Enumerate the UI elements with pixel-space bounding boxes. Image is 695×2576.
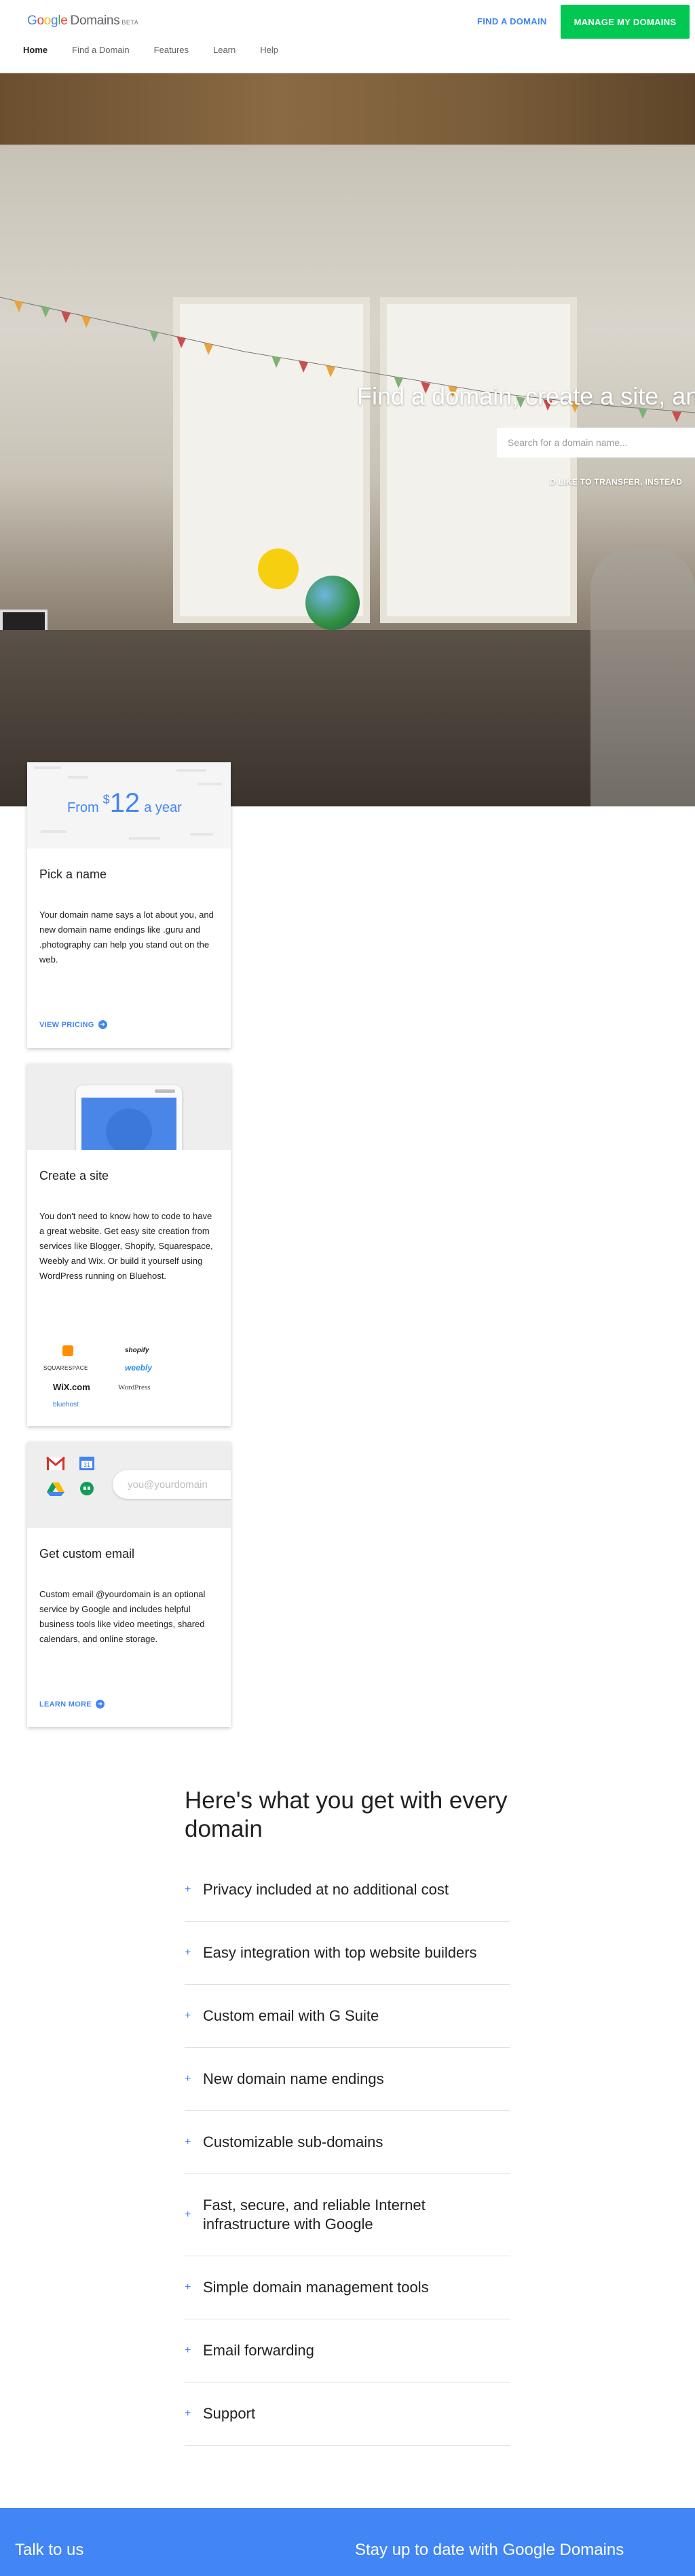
card-body: Your domain name says a lot about you, a… (39, 910, 214, 965)
bluehost-logo: bluehost (53, 1401, 79, 1408)
calendar-icon: 31 (79, 1457, 94, 1470)
price-amount: 12 (109, 788, 140, 818)
benefit-text: Customizable sub-domains (203, 2133, 383, 2150)
people-icon (106, 1108, 152, 1150)
pick-a-name-card: From $ 12 a year Pick a name Your domain… (27, 762, 231, 1048)
custom-email-illustration-field: you@yourdomain (113, 1470, 231, 1499)
benefit-item: + Email forwarding (185, 2319, 510, 2383)
weebly-logo: weebly (125, 1363, 153, 1373)
price-period: a year (144, 800, 182, 815)
benefit-item: + Easy integration with top website build… (185, 1922, 510, 1985)
card-body: Custom email @yourdomain is an optional … (39, 1589, 206, 1644)
plus-icon: + (185, 2073, 191, 2085)
hero-title: Find a domain, create a site, and (357, 382, 695, 410)
create-a-site-card: Create a site You don't need to know how… (27, 1064, 231, 1426)
nav-home[interactable]: Home (23, 45, 48, 63)
plus-icon: + (185, 2010, 191, 2021)
benefit-text: Support (203, 2405, 256, 2422)
gsuite-illustration: 31 you@yourdomain (27, 1442, 231, 1528)
card-title: Create a site (39, 1169, 109, 1182)
plus-icon: + (185, 2408, 191, 2419)
benefit-item: + Customizable sub-domains (185, 2111, 510, 2174)
benefit-item: + Privacy included at no additional cost (185, 1859, 510, 1922)
benefit-item: + Simple domain management tools (185, 2256, 510, 2319)
benefits-section: Here's what you get with every domain + P… (185, 1787, 510, 2446)
plus-icon: + (185, 1947, 191, 1958)
logo-letter: g (51, 14, 58, 28)
hero-section: Find a domain, create a site, and D LIKE… (0, 73, 695, 806)
nav-features[interactable]: Features (154, 45, 189, 63)
hangouts-icon (80, 1482, 94, 1495)
squarespace-logo: SQUARESPACE (43, 1365, 88, 1371)
arrow-right-icon: ➜ (98, 1020, 107, 1029)
card-title: Get custom email (39, 1547, 135, 1561)
learn-more-label: LEARN MORE (39, 1700, 92, 1709)
find-a-domain-link[interactable]: FIND A DOMAIN (477, 16, 547, 26)
card-body: You don't need to know how to code to ha… (39, 1211, 213, 1281)
price-display: From $ 12 a year (67, 788, 182, 819)
custom-email-card: 31 you@yourdomain Get custom email Custo… (27, 1442, 231, 1727)
card-title: Pick a name (39, 867, 107, 881)
logo-word: Domains (70, 14, 120, 28)
benefit-text: New domain name endings (203, 2070, 384, 2087)
benefit-text: Simple domain management tools (203, 2279, 429, 2296)
benefit-item: + Custom email with G Suite (185, 1985, 510, 2048)
shopify-logo: shopify (125, 1347, 149, 1354)
hero-photo-person (590, 548, 695, 806)
hero-photo-banner (0, 73, 695, 145)
domain-search-input[interactable] (497, 428, 695, 458)
google-domains-logo[interactable]: Google Domains BETA (27, 14, 138, 29)
hero-photo-lamp (258, 548, 299, 589)
wix-logo: WiX.com (53, 1382, 90, 1392)
talk-to-us-link[interactable]: Talk to us (15, 2541, 83, 2560)
logo-letter: o (37, 14, 44, 28)
logo-letter: G (27, 14, 37, 28)
plus-icon: + (185, 2209, 191, 2220)
site-header: Google Domains BETA FIND A DOMAIN MANAGE M… (0, 0, 695, 73)
nav-help[interactable]: Help (260, 45, 278, 63)
logo-letter: e (60, 14, 68, 28)
benefit-item: + Support (185, 2383, 510, 2446)
wordpress-logo: WordPress (118, 1383, 151, 1392)
benefit-text: Easy integration with top website builde… (203, 1944, 477, 1961)
benefit-text: Email forwarding (203, 2342, 314, 2359)
gmail-icon (46, 1456, 65, 1470)
price-from: From (67, 800, 99, 815)
view-pricing-link[interactable]: VIEW PRICING ➜ (39, 1020, 107, 1029)
benefit-text: Fast, secure, and reliable Internet infr… (203, 2197, 426, 2233)
view-pricing-label: VIEW PRICING (39, 1020, 94, 1029)
pricing-banner: From $ 12 a year (27, 762, 231, 848)
site-builder-illustration (27, 1064, 231, 1150)
transfer-domain-link[interactable]: D LIKE TO TRANSFER, INSTEAD (550, 477, 682, 487)
benefits-heading: Here's what you get with every domain (185, 1787, 508, 1842)
nav-find-a-domain[interactable]: Find a Domain (72, 45, 130, 63)
blogger-icon (62, 1345, 73, 1356)
logo-letter: o (43, 14, 52, 28)
hero-photo-globe (305, 576, 360, 630)
benefits-list: + Privacy included at no additional cost … (185, 1859, 510, 2446)
arrow-right-icon: ➜ (95, 1700, 105, 1709)
drive-icon (47, 1482, 64, 1496)
nav-learn[interactable]: Learn (213, 45, 236, 63)
plus-icon: + (185, 2281, 191, 2293)
main-nav: Home Find a Domain Features Learn Help (23, 45, 303, 63)
learn-more-link[interactable]: LEARN MORE ➜ (39, 1700, 105, 1709)
benefit-item: + Fast, secure, and reliable Internet inf… (185, 2174, 510, 2256)
plus-icon: + (185, 1884, 191, 1895)
beta-badge: BETA (121, 19, 139, 26)
price-currency: $ (102, 793, 110, 806)
benefit-text: Privacy included at no additional cost (203, 1881, 449, 1898)
plus-icon: + (185, 2345, 191, 2356)
manage-my-domains-button[interactable]: MANAGE MY DOMAINS (561, 5, 690, 39)
svg-text:31: 31 (83, 1461, 90, 1468)
benefit-text: Custom email with G Suite (203, 2007, 379, 2024)
hero-bunting-flags (0, 297, 695, 422)
stay-up-to-date-heading: Stay up to date with Google Domains (355, 2541, 624, 2559)
plus-icon: + (185, 2136, 191, 2148)
phone-illustration (76, 1085, 182, 1150)
benefit-item: + New domain name endings (185, 2048, 510, 2111)
site-footer: Talk to us Stay up to date with Google D… (0, 2508, 695, 2576)
